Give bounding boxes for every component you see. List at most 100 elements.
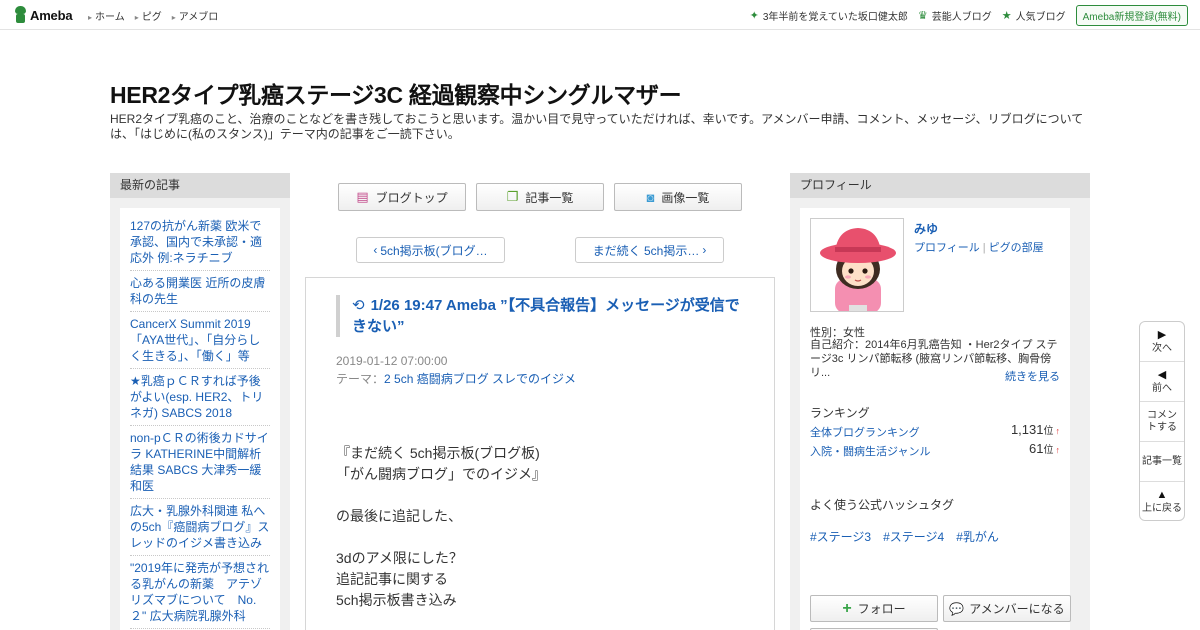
camera-icon: ◙ — [646, 189, 655, 205]
avatar[interactable] — [810, 218, 904, 312]
header-right-links: ✦ 3年半前を覚えていた坂口健太郎 ♛ 芸能人ブログ ★ 人気ブログ Ameba… — [750, 0, 1200, 30]
entry-body-line: 5ch掲示板書き込み — [336, 592, 457, 608]
recent-entries-panel: 最新の記事 127の抗がん新薬 欧米で承認、国内で未承認・適応外 例:ネラチニブ… — [110, 173, 290, 630]
side-top-button[interactable]: ▲ 上に戻る — [1140, 482, 1184, 522]
ranking-title: ランキング — [810, 406, 870, 420]
hashtag-link[interactable]: #乳がん — [956, 528, 999, 545]
pigg-room-link[interactable]: ピグの部屋 — [989, 242, 1044, 254]
floating-side-nav: ▶ 次へ ◀ 前へ コメントする 記事一覧 ▲ 上に戻る — [1139, 321, 1185, 521]
profile-links: プロフィール | ピグの部屋 — [914, 239, 1044, 255]
rank-number: 61 — [1029, 441, 1044, 456]
nav-pigg-link[interactable]: ピグ — [135, 8, 162, 23]
trending-link-label: 3年半前を覚えていた坂口健太郎 — [762, 11, 908, 23]
entry-body-gap — [336, 485, 756, 506]
global-header: Ameba ホーム ピグ アメブロ ✦ 3年半前を覚えていた坂口健太郎 ♛ 芸能… — [0, 0, 1200, 30]
play-left-icon: ◀ — [1157, 368, 1167, 381]
follow-actions: + フォロー 💬 アメンバーになる — [810, 595, 1071, 622]
entry-date: 2019-01-12 07:00:00 — [336, 354, 448, 368]
rank-up-arrow-icon: ↑ — [1055, 426, 1061, 436]
recent-entry-link[interactable]: "2019年に発売が予想される乳がんの新薬 アテゾリズマブについて No.２" … — [130, 556, 270, 629]
pages-icon: ❐ — [506, 189, 519, 204]
rank-unit: 位 — [1043, 426, 1054, 437]
profile-link[interactable]: プロフィール — [914, 242, 980, 254]
genre-ranking-row: 入院・闘病生活ジャンル 61位 ↑ — [810, 441, 1060, 459]
side-entry-list-button[interactable]: 記事一覧 — [1140, 442, 1184, 482]
entry-body-line: 『まだ続く 5ch掲示板(ブログ板) — [336, 445, 540, 461]
rank-up-arrow-icon: ↑ — [1055, 445, 1061, 455]
chevron-right-icon: › — [702, 243, 707, 257]
side-entry-list-label: 記事一覧 — [1142, 455, 1182, 467]
blog-top-label: ブログトップ — [375, 190, 448, 205]
chat-bubble-icon: 💬 — [949, 601, 965, 616]
triangle-up-icon: ▲ — [1156, 489, 1168, 501]
prev-entry-label: 5ch掲示板(ブログ… — [380, 243, 488, 258]
recent-entry-link[interactable]: 127の抗がん新薬 欧米で承認、国内で未承認・適応外 例:ネラチニブ — [130, 214, 270, 271]
star-icon: ★ — [1001, 9, 1012, 22]
recent-entry-link[interactable]: 心ある開業医 近所の皮膚科の先生 — [130, 271, 270, 312]
entry-pager: ‹ 5ch掲示板(ブログ… まだ続く 5ch掲示… › — [356, 237, 724, 263]
genre-ranking-value: 61位 ↑ — [1029, 441, 1060, 456]
follow-button[interactable]: + フォロー — [810, 595, 938, 622]
play-right-icon: ▶ — [1157, 328, 1167, 341]
side-comment-label: コメントする — [1147, 409, 1177, 433]
recent-entry-link[interactable]: ★乳癌ｐＣＲすれば予後がよい(esp. HER2、トリネガ) SABCS 201… — [130, 369, 270, 426]
recent-entries-heading: 最新の記事 — [110, 173, 290, 198]
prev-entry-button[interactable]: ‹ 5ch掲示板(ブログ… — [356, 237, 505, 263]
overall-ranking-value: 1,131位 ↑ — [1011, 422, 1060, 437]
profile-panel: プロフィール みゆ プロフィール | ピグの部屋 性別：女性 自己紹介：2014… — [790, 173, 1090, 630]
hashtag-link[interactable]: #ステージ3 — [810, 528, 871, 545]
recent-entry-link[interactable]: 広大・乳腺外科関連 私への5ch『癌闘病ブログ』スレッドのイジメ書き込み — [130, 499, 270, 556]
amember-button[interactable]: 💬 アメンバーになる — [943, 595, 1071, 622]
genre-ranking-link[interactable]: 入院・闘病生活ジャンル — [810, 446, 930, 458]
overall-ranking-row: 全体ブログランキング 1,131位 ↑ — [810, 422, 1060, 440]
entry-body-line: 「がん闘病ブログ」でのイジメ』 — [336, 466, 546, 482]
document-icon: ▤ — [356, 189, 369, 204]
entry-theme: テーマ：2 5ch 癌闘病ブログ スレでのイジメ — [336, 370, 576, 387]
logo-text: Ameba — [30, 7, 73, 23]
recent-entry-link[interactable]: CancerX Summit 2019 「AYA世代」、「自分らしく生きる」、「… — [130, 312, 270, 369]
rank-number: 1,131 — [1010, 422, 1044, 437]
ameba-mascot-icon — [14, 6, 27, 24]
entry-body: 『まだ続く 5ch掲示板(ブログ板) 「がん闘病ブログ」でのイジメ』 の最後に追… — [336, 443, 756, 611]
profile-box: みゆ プロフィール | ピグの部屋 性別：女性 自己紹介：2014年6月乳癌告知 ・… — [800, 208, 1071, 630]
image-list-button[interactable]: ◙ 画像一覧 — [614, 183, 742, 211]
overall-ranking-link[interactable]: 全体ブログランキング — [810, 427, 920, 439]
crown-icon: ♛ — [917, 9, 928, 22]
entry-title[interactable]: ⟲ 1/26 19:47 Ameba ”【不具合報告】メッセージが受信できない” — [336, 295, 746, 337]
amember-label: アメンバーになる — [969, 602, 1065, 616]
entry-body-line: 3dのアメ限にした？ — [336, 550, 463, 566]
ameba-logo[interactable]: Ameba — [14, 6, 73, 24]
recent-entry-link[interactable]: non-pＣＲの術後カドサイラ KATHERINE中間解析結果 SABCS 大津… — [130, 426, 270, 499]
side-comment-button[interactable]: コメントする — [1140, 402, 1184, 442]
blog-top-button[interactable]: ▤ ブログトップ — [338, 183, 466, 211]
hashtag-title: よく使う公式ハッシュタグ — [810, 498, 955, 512]
hashtag-link[interactable]: #ステージ4 — [883, 528, 944, 545]
entry-theme-link[interactable]: 2 5ch 癌闘病ブログ スレでのイジメ — [384, 372, 576, 386]
rank-unit: 位 — [1043, 445, 1054, 456]
nav-home-link[interactable]: ホーム — [88, 8, 125, 23]
entry-body-gap — [336, 527, 756, 548]
image-list-label: 画像一覧 — [661, 190, 710, 205]
entry-list-button[interactable]: ❐ 記事一覧 — [476, 183, 604, 211]
blog-title[interactable]: HER2タイプ乳癌ステージ3C 経過観察中シングルマザー — [110, 76, 682, 110]
recent-entries-list: 127の抗がん新薬 欧米で承認、国内で未承認・適応外 例:ネラチニブ 心ある開業… — [120, 208, 280, 630]
side-prev-button[interactable]: ◀ 前へ — [1140, 362, 1184, 402]
plus-icon: + — [842, 599, 852, 617]
entry-body-line: 追記記事に関する — [336, 571, 448, 587]
entry-title-text: 1/26 19:47 Ameba ”【不具合報告】メッセージが受信できない” — [352, 297, 740, 335]
popular-blog-link[interactable]: ★ 人気ブログ — [1002, 8, 1066, 23]
trending-link[interactable]: ✦ 3年半前を覚えていた坂口健太郎 — [750, 8, 908, 23]
sparkle-icon: ✦ — [749, 9, 759, 22]
blog-nav-buttons: ▤ ブログトップ ❐ 記事一覧 ◙ 画像一覧 — [338, 183, 742, 211]
chevron-left-icon: ‹ — [373, 243, 378, 257]
side-next-button[interactable]: ▶ 次へ — [1140, 322, 1184, 362]
signup-button[interactable]: Ameba新規登録(無料) — [1075, 4, 1188, 26]
entry-body-line: の最後に追記した、 — [336, 508, 462, 524]
profile-name[interactable]: みゆ — [914, 220, 938, 237]
celebrity-blog-link[interactable]: ♛ 芸能人ブログ — [918, 8, 992, 23]
next-entry-button[interactable]: まだ続く 5ch掲示… › — [575, 237, 724, 263]
link-separator: | — [982, 242, 986, 254]
nav-ameblo-link[interactable]: アメブロ — [172, 8, 219, 23]
read-more-link[interactable]: 続きを見る — [1005, 368, 1060, 384]
next-entry-label: まだ続く 5ch掲示… — [592, 243, 700, 258]
